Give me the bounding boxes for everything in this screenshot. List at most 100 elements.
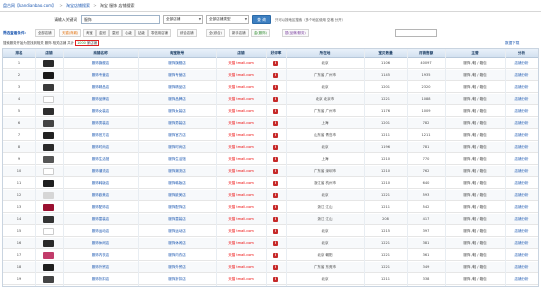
cell-action[interactable]: 店铺分析 — [505, 118, 538, 129]
cell-shop-name[interactable]: 服饰配饰店 — [63, 202, 138, 213]
cell-account[interactable]: 服饰折扣店 — [138, 274, 216, 285]
cell-action[interactable]: 店铺分析 — [505, 250, 538, 261]
cell-account[interactable]: 服饰旗舰店 — [138, 58, 216, 69]
shop-logo[interactable] — [43, 132, 54, 139]
filter-tag[interactable]: 全部店铺 — [35, 29, 55, 37]
cell-action[interactable]: 店铺分析 — [505, 154, 538, 165]
shop-logo[interactable] — [43, 204, 54, 211]
cell-action[interactable]: 店铺分析 — [505, 82, 538, 93]
cell-account[interactable]: 服饰运动店 — [138, 226, 216, 237]
cell-account[interactable]: 服饰内衣店 — [138, 250, 216, 261]
shop-logo[interactable] — [43, 96, 54, 103]
cell-shop-name[interactable]: 服饰旗舰店 — [63, 58, 138, 69]
cell-account[interactable]: 服饰品牌店 — [138, 94, 216, 105]
cell-monthly-sales: 338 — [422, 277, 430, 281]
cell-action[interactable]: 店铺分析 — [505, 166, 538, 177]
shop-logo[interactable] — [43, 60, 54, 67]
cell-action[interactable]: 店铺分析 — [505, 238, 538, 249]
cell-action[interactable]: 店铺分析 — [505, 274, 538, 285]
cell-account[interactable]: 服饰时尚店 — [138, 142, 216, 153]
shop-logo[interactable] — [43, 228, 54, 235]
cell-action[interactable]: 店铺分析 — [505, 130, 538, 141]
cell-shop-name[interactable]: 服饰童装店 — [63, 214, 138, 225]
cell-shop-name[interactable]: 服饰精品店 — [63, 82, 138, 93]
shop-logo[interactable] — [43, 252, 54, 259]
cell-account[interactable]: 服饰欧美店 — [138, 190, 216, 201]
cell-domain: 天猫 tmall.com — [228, 253, 254, 257]
shop-logo[interactable] — [43, 168, 54, 175]
shop-logo[interactable] — [43, 180, 54, 187]
cell-account[interactable]: 服饰配饰店 — [138, 202, 216, 213]
cell-shop-name[interactable]: 服饰时尚店 — [63, 142, 138, 153]
shop-logo[interactable] — [43, 72, 54, 79]
cell-action[interactable]: 店铺分析 — [505, 142, 538, 153]
cell-shop-name[interactable]: 服饰折扣店 — [63, 274, 138, 285]
filter-tag[interactable]: 皇冠 — [109, 29, 122, 37]
cell-account[interactable]: 服饰童装店 — [138, 214, 216, 225]
cell-shop-name[interactable]: 服饰内衣店 — [63, 250, 138, 261]
filter-tag[interactable]: 钻级 — [135, 29, 148, 37]
scope-select[interactable]: 全部店铺类型 ▼ — [206, 15, 249, 24]
cell-action[interactable]: 店铺分析 — [505, 226, 538, 237]
cell-shop-name[interactable]: 服饰官方店 — [63, 130, 138, 141]
cell-shop-name[interactable]: 服饰运动店 — [63, 226, 138, 237]
cell-action[interactable]: 店铺分析 — [505, 214, 538, 225]
rating-badge-icon: ! — [273, 193, 278, 198]
filter-tag[interactable]: 心级 — [122, 29, 135, 37]
cell-shop-name[interactable]: 服饰欧美店 — [63, 190, 138, 201]
shop-logo[interactable] — [43, 120, 54, 127]
cell-shop-name[interactable]: 服饰外贸店 — [63, 262, 138, 273]
filter-location-input[interactable] — [395, 29, 437, 37]
cell-account[interactable]: 服饰女装店 — [138, 106, 216, 117]
cell-action[interactable]: 店铺分析 — [505, 58, 538, 69]
filter-tag[interactable]: 淘宝 — [83, 29, 96, 37]
filter-tag[interactable]: 金冠 — [96, 29, 109, 37]
cell-account[interactable]: 服饰官方店 — [138, 130, 216, 141]
filter-tag[interactable]: 银(品牌/服务) — [282, 29, 309, 37]
shop-logo[interactable] — [43, 108, 54, 115]
search-input[interactable]: 服饰 — [81, 15, 160, 24]
filter-tag[interactable]: 新手店铺 — [229, 29, 249, 37]
cell-action[interactable]: 店铺分析 — [505, 70, 538, 81]
filter-tag[interactable]: 综合店铺 — [177, 29, 197, 37]
cell-account[interactable]: 服饰男装店 — [138, 118, 216, 129]
cell-account[interactable]: 服饰韩版店 — [138, 178, 216, 189]
breadcrumb-site-link[interactable]: 盘古网【kandianbao.com】 — [3, 3, 56, 8]
shop-type-select[interactable]: 全部店铺 ▼ — [163, 15, 203, 24]
shop-logo[interactable] — [43, 216, 54, 223]
shop-logo[interactable] — [43, 156, 54, 163]
cell-action[interactable]: 店铺分析 — [505, 106, 538, 117]
cell-account[interactable]: 服饰精品店 — [138, 82, 216, 93]
shop-logo[interactable] — [43, 276, 54, 283]
cell-action[interactable]: 店铺分析 — [505, 202, 538, 213]
cell-shop-name[interactable]: 服饰潮流店 — [63, 166, 138, 177]
cell-shop-name[interactable]: 服饰生活馆 — [63, 154, 138, 165]
cell-account[interactable]: 服饰外贸店 — [138, 262, 216, 273]
cell-action[interactable]: 店铺分析 — [505, 178, 538, 189]
cell-account[interactable]: 服饰专营店 — [138, 70, 216, 81]
cell-action[interactable]: 店铺分析 — [505, 94, 538, 105]
cell-shop-name[interactable]: 服饰专营店 — [63, 70, 138, 81]
cell-account[interactable]: 服饰休闲店 — [138, 238, 216, 249]
data-download-link[interactable]: 数据下载 — [505, 40, 519, 47]
cell-action[interactable]: 店铺分析 — [505, 190, 538, 201]
shop-logo[interactable] — [43, 144, 54, 151]
cell-account[interactable]: 服饰生活馆 — [138, 154, 216, 165]
cell-shop-name[interactable]: 服饰品牌店 — [63, 94, 138, 105]
cell-shop-name[interactable]: 服饰休闲店 — [63, 238, 138, 249]
filter-tag[interactable]: 天猫(商城) — [59, 29, 82, 37]
shop-logo[interactable] — [43, 264, 54, 271]
cell-shop-name[interactable]: 服饰女装店 — [63, 106, 138, 117]
cell-shop-name[interactable]: 服饰韩版店 — [63, 178, 138, 189]
search-button[interactable]: 查 询 — [252, 15, 271, 24]
filter-tag[interactable]: 金(服饰) — [251, 29, 270, 37]
filter-tag[interactable]: 零信用店铺 — [148, 29, 171, 37]
filter-tag[interactable]: 全(综合) — [206, 29, 225, 37]
shop-logo[interactable] — [43, 192, 54, 199]
cell-account[interactable]: 服饰潮流店 — [138, 166, 216, 177]
cell-action[interactable]: 店铺分析 — [505, 262, 538, 273]
cell-shop-name[interactable]: 服饰男装店 — [63, 118, 138, 129]
shop-logo[interactable] — [43, 84, 54, 91]
shop-logo[interactable] — [43, 240, 54, 247]
breadcrumb-item-shop-search[interactable]: 淘宝店铺搜索 — [66, 3, 90, 8]
